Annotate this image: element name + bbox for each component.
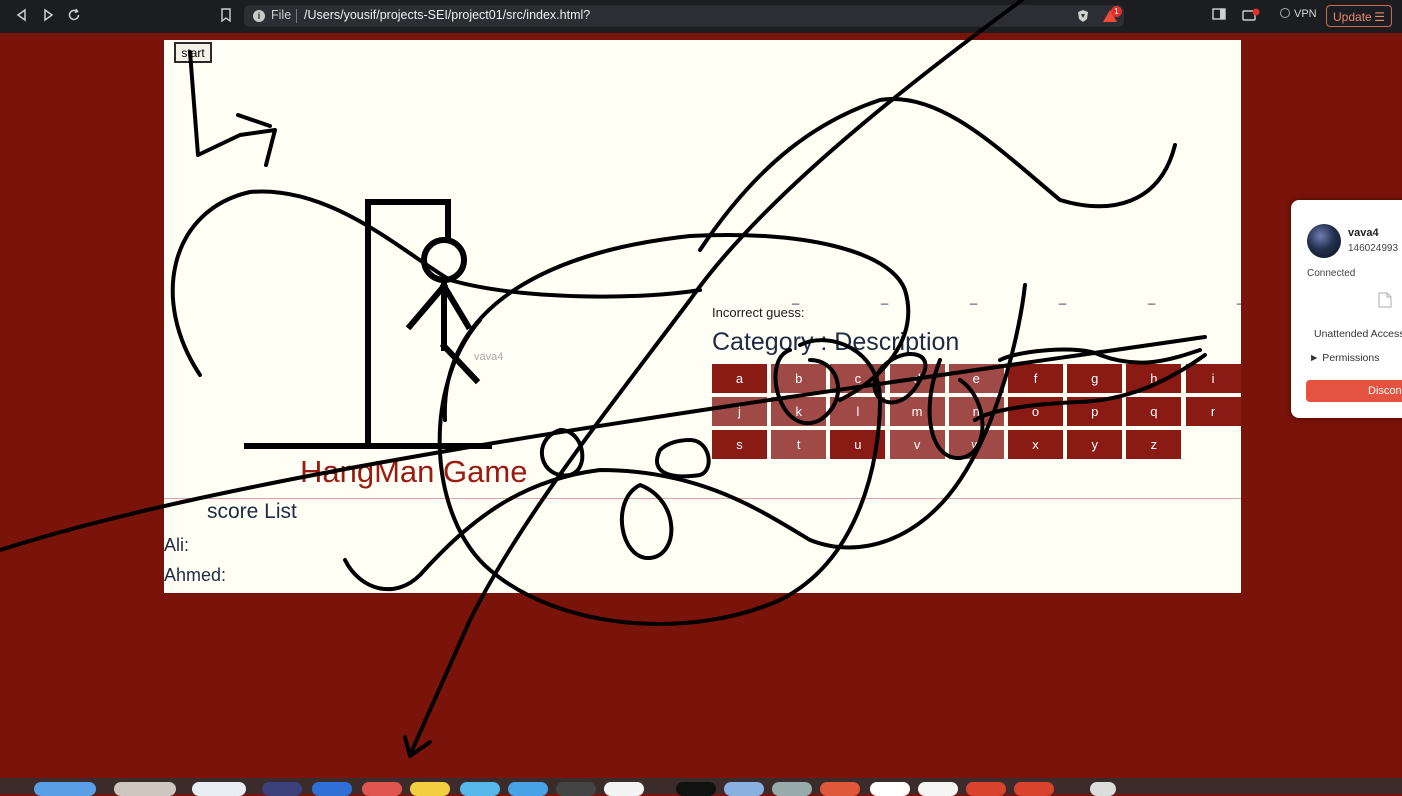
game-page: start vava4 _ _ _ _ _ _ Incorrect guess: Cate… [164, 40, 1241, 593]
address-separator [296, 9, 297, 23]
hangman-drawing [244, 199, 492, 449]
key-c[interactable]: c [830, 364, 886, 393]
file-transfer-icon[interactable] [1378, 292, 1392, 308]
remote-session-panel: vava4 146024993 Connected Unattended Acc… [1291, 200, 1402, 418]
key-m[interactable]: m [889, 397, 945, 426]
key-f[interactable]: f [1008, 364, 1063, 393]
hangman-right-arm [439, 281, 473, 331]
rewards-badge: 1 [1111, 6, 1122, 17]
key-g[interactable]: g [1067, 364, 1123, 393]
menu-icon: ☰ [1374, 10, 1385, 24]
bookmark-icon[interactable] [218, 8, 234, 24]
vpn-label: VPN [1294, 8, 1317, 20]
incorrect-guess-label: Incorrect guess: [712, 305, 805, 320]
key-w[interactable]: w [948, 430, 1004, 459]
reload-icon[interactable] [66, 8, 82, 24]
key-k[interactable]: k [771, 397, 827, 426]
word-blanks: _ _ _ _ _ _ [792, 290, 1241, 305]
vpn-button[interactable]: VPN [1280, 8, 1317, 20]
address-bar[interactable]: i File /Users/yousif/projects-SEI/projec… [244, 5, 1124, 27]
wallet-icon[interactable] [1242, 8, 1260, 24]
key-u[interactable]: u [830, 430, 886, 459]
hangman-head [421, 237, 467, 283]
key-e[interactable]: e [948, 364, 1004, 393]
key-d[interactable]: d [889, 364, 945, 393]
game-title: HangMan Game [300, 454, 528, 489]
key-x[interactable]: x [1008, 430, 1063, 459]
key-i[interactable]: i [1185, 364, 1241, 393]
info-icon[interactable]: i [253, 10, 265, 22]
key-o[interactable]: o [1008, 397, 1063, 426]
start-button[interactable]: start [174, 42, 212, 63]
category-label: Category : Description [712, 328, 960, 356]
hangman-leg [439, 341, 481, 385]
key-p[interactable]: p [1067, 397, 1123, 426]
unattended-access-label: Unattended Access [1314, 328, 1402, 340]
key-r[interactable]: r [1185, 397, 1241, 426]
letter-blank: _ [1059, 290, 1067, 305]
divider [164, 498, 1241, 499]
key-a[interactable]: a [712, 364, 767, 393]
key-z[interactable]: z [1126, 430, 1182, 459]
sidebar-icon[interactable] [1211, 8, 1227, 24]
key-t[interactable]: t [771, 430, 827, 459]
hangman-left-arm [405, 281, 449, 331]
key-l[interactable]: l [830, 397, 886, 426]
key-n[interactable]: n [948, 397, 1004, 426]
remote-cursor-label: vava4 [474, 351, 504, 363]
score-row-ahmed: Ahmed: [164, 565, 227, 585]
key-h[interactable]: h [1126, 364, 1182, 393]
avatar [1307, 224, 1341, 258]
update-button[interactable]: Update ☰ [1326, 5, 1392, 27]
permissions-toggle[interactable]: ► Permissions [1309, 352, 1380, 364]
forward-icon[interactable] [40, 8, 56, 24]
connection-status: Connected [1307, 268, 1356, 279]
disconnect-button[interactable]: Disconnect [1306, 380, 1402, 402]
key-s[interactable]: s [712, 430, 767, 459]
letter-blank: _ [970, 290, 978, 305]
key-v[interactable]: v [889, 430, 945, 459]
remote-user-id: 146024993 [1348, 243, 1399, 254]
remote-user-name: vava4 [1348, 227, 1379, 239]
vpn-status-icon [1280, 8, 1290, 18]
scheme-label: File [271, 8, 292, 22]
browser-toolbar: i File /Users/yousif/projects-SEI/projec… [0, 0, 1402, 33]
brave-shields-icon[interactable] [1076, 9, 1090, 23]
letter-blank: _ [1237, 290, 1241, 305]
back-icon[interactable] [14, 8, 30, 24]
letter-blank: _ [881, 290, 889, 305]
update-label: Update [1333, 10, 1372, 24]
score-list-title: score List [207, 500, 297, 523]
key-q[interactable]: q [1126, 397, 1182, 426]
letter-blank: _ [792, 290, 800, 305]
key-y[interactable]: y [1067, 430, 1123, 459]
score-row-ali: Ali: [164, 535, 190, 555]
url-text[interactable]: /Users/yousif/projects-SEI/project01/src… [304, 8, 590, 22]
letter-blank: _ [1148, 290, 1156, 305]
key-b[interactable]: b [771, 364, 827, 393]
key-j[interactable]: j [712, 397, 767, 426]
